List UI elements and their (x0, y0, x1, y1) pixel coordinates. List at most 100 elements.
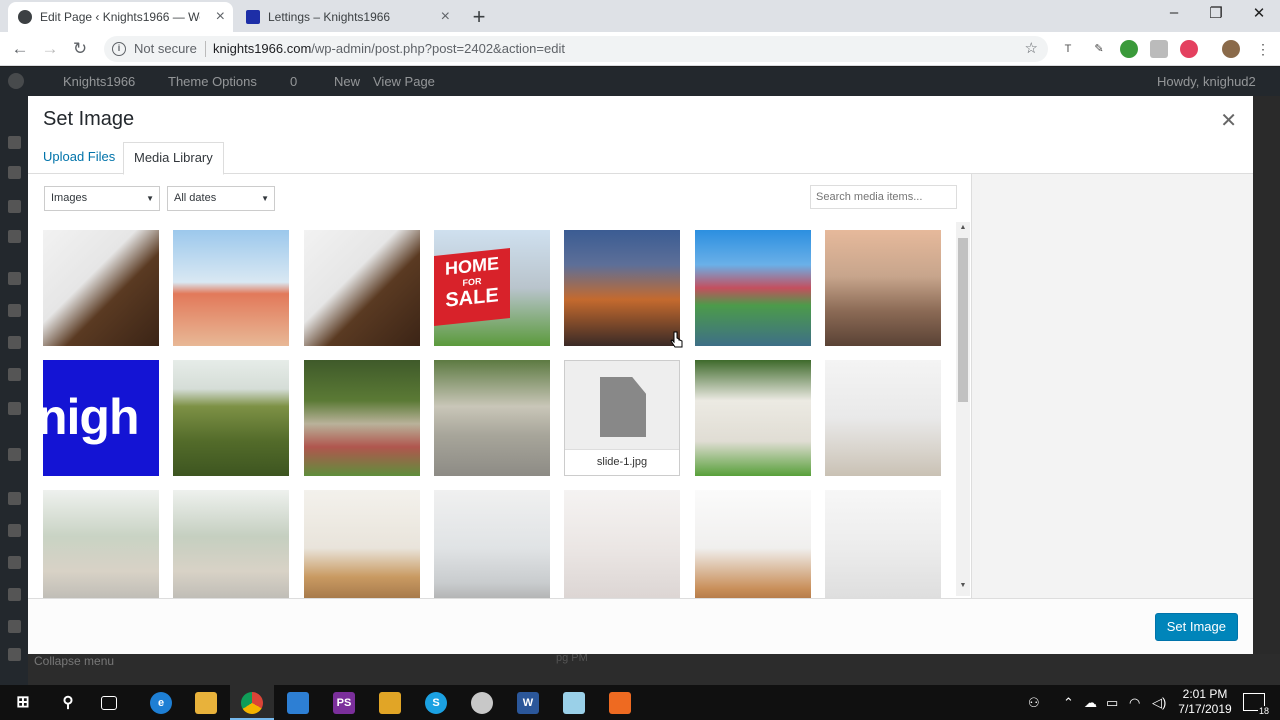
vscode-icon[interactable] (287, 692, 309, 714)
collapse-menu[interactable]: Collapse menu (34, 654, 114, 668)
media-item-living-room-1[interactable] (43, 490, 159, 598)
media-item-bright-room[interactable] (695, 490, 811, 598)
text-extension-icon[interactable]: T (1059, 40, 1077, 58)
avatar[interactable] (1222, 40, 1240, 58)
filezilla-icon[interactable] (379, 692, 401, 714)
app-icon[interactable] (609, 692, 631, 714)
date-filter-select[interactable]: All dates ▼ (167, 186, 275, 211)
instagram-extension-icon[interactable] (1180, 40, 1198, 58)
media-item-city-night[interactable] (564, 230, 680, 346)
type-filter-select[interactable]: Images ▼ (44, 186, 160, 211)
wp-admin-bar: Knights1966 Theme Options 0 New View Pag… (0, 67, 1280, 96)
edge-icon[interactable]: e (150, 692, 172, 714)
close-icon[interactable]: × (216, 8, 225, 26)
new-link[interactable]: New (334, 74, 360, 89)
media-item-white-lounge[interactable] (564, 490, 680, 598)
media-item-london-eye[interactable] (825, 230, 941, 346)
window-close-icon[interactable]: ✕ (1249, 4, 1269, 22)
view-page-link[interactable]: View Page (373, 74, 435, 89)
back-icon[interactable]: ← (9, 38, 31, 60)
onedrive-icon[interactable]: ☁ (1084, 695, 1097, 711)
tab-media-library[interactable]: Media Library (123, 142, 224, 175)
menu-icon (8, 556, 21, 569)
media-item-living-room-2[interactable] (173, 490, 289, 598)
media-item-slide-1[interactable]: slide-1.jpg (564, 360, 680, 476)
media-item-dining-room[interactable] (304, 490, 420, 598)
media-item-white-sofa-room[interactable] (825, 490, 941, 598)
address-bar[interactable]: i Not secure knights1966.com/wp-admin/po… (104, 36, 1048, 62)
thumbnail-image (695, 490, 811, 598)
media-item-white-kitchen[interactable] (434, 490, 550, 598)
minimize-icon[interactable]: – (1164, 4, 1184, 21)
people-icon[interactable]: ⚇ (1028, 695, 1040, 711)
volume-icon[interactable]: ◁) (1152, 695, 1166, 711)
hand-cursor-icon (670, 331, 683, 348)
chrome-icon[interactable] (241, 692, 263, 714)
image-extension-icon[interactable] (1150, 40, 1168, 58)
menu-icon (8, 230, 21, 243)
file-explorer-icon[interactable] (195, 692, 217, 714)
eyedropper-extension-icon[interactable]: ✎ (1090, 40, 1108, 58)
scroll-down-icon[interactable]: ▼ (956, 582, 970, 594)
dropdown-arrow-icon: ▼ (261, 194, 269, 203)
wifi-icon[interactable]: ◠ (1129, 695, 1140, 711)
skype-icon[interactable]: S (425, 692, 447, 714)
wp-content-edge (1253, 96, 1280, 654)
media-item-colorful-harbor[interactable] (695, 230, 811, 346)
media-item-villa-drive[interactable] (434, 360, 550, 476)
chevron-up-icon[interactable]: ⌃ (1063, 695, 1074, 711)
reload-icon[interactable]: ↻ (69, 38, 91, 60)
scroll-up-icon[interactable]: ▲ (956, 224, 970, 236)
media-item-oak-alley[interactable] (304, 360, 420, 476)
tab-upload-files[interactable]: Upload Files (33, 142, 125, 174)
notification-icon[interactable]: 18 (1243, 693, 1270, 716)
menu-icon[interactable]: ⋮ (1254, 40, 1272, 58)
notepad-icon[interactable] (563, 692, 585, 714)
search-icon[interactable]: ⚲ (57, 692, 79, 714)
browser-tabstrip: Edit Page ‹ Knights1966 — WordPress × Le… (0, 0, 1280, 32)
menu-icon (8, 166, 21, 179)
media-item-knights-logo[interactable]: nigh (43, 360, 159, 476)
media-item-home-for-sale[interactable]: HOME FOR SALE (434, 230, 550, 346)
close-icon[interactable]: × (441, 8, 450, 26)
wordpress-logo-icon[interactable] (8, 73, 24, 89)
document-icon (600, 377, 646, 437)
word-icon[interactable]: W (517, 692, 539, 714)
set-image-button[interactable]: Set Image (1154, 613, 1238, 641)
bookmark-star-icon[interactable]: ☆ (1025, 36, 1038, 62)
media-item-vineyard[interactable] (173, 360, 289, 476)
media-item-kitchen[interactable] (825, 360, 941, 476)
close-icon[interactable]: ✕ (1220, 108, 1237, 133)
media-item-house-hand[interactable] (173, 230, 289, 346)
media-scrollbar[interactable]: ▲ ▼ (956, 222, 970, 596)
tab-edit-page[interactable]: Edit Page ‹ Knights1966 — WordPress × (8, 2, 233, 32)
theme-options[interactable]: Theme Options (168, 74, 257, 89)
wordpress-icon (18, 10, 32, 24)
modal-tabs: Upload Files Media Library (28, 142, 1253, 175)
new-tab-button[interactable]: + (468, 4, 490, 30)
media-item-gavel-house[interactable] (43, 230, 159, 346)
thumbnail-image (564, 230, 680, 346)
url-path: /wp-admin/post.php?post=2402&action=edit (311, 41, 565, 56)
globe-extension-icon[interactable] (1120, 40, 1138, 58)
phpstorm-icon[interactable]: PS (333, 692, 355, 714)
search-input[interactable] (810, 185, 957, 209)
tab-lettings[interactable]: Lettings – Knights1966 × (236, 2, 458, 32)
media-item-gavel-house-2[interactable] (304, 230, 420, 346)
task-view-icon[interactable] (101, 696, 117, 710)
scrollbar-thumb[interactable] (958, 238, 968, 402)
site-name[interactable]: Knights1966 (63, 74, 135, 89)
restore-icon[interactable]: ❐ (1206, 4, 1226, 22)
battery-icon[interactable]: ▭ (1106, 695, 1118, 711)
paint-icon[interactable] (471, 692, 493, 714)
system-clock[interactable]: 2:01 PM 7/17/2019 (1170, 687, 1240, 717)
url-text[interactable]: knights1966.com/wp-admin/post.php?post=2… (213, 36, 565, 62)
menu-icon (8, 402, 21, 415)
howdy-user[interactable]: Howdy, knighud2 (1157, 74, 1256, 89)
info-icon[interactable]: i (112, 42, 126, 56)
windows-start-icon[interactable]: ⊞ (12, 692, 34, 714)
media-item-white-house[interactable] (695, 360, 811, 476)
browser-toolbar: ← → ↻ i Not secure knights1966.com/wp-ad… (0, 32, 1280, 66)
forward-icon[interactable]: → (39, 38, 61, 60)
comments-count[interactable]: 0 (290, 74, 297, 89)
